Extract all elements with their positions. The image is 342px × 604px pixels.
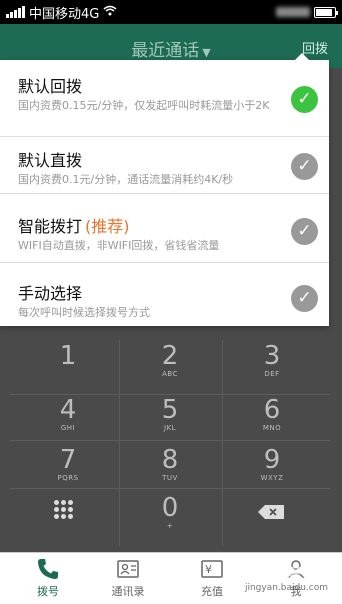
key-2[interactable]: 2 ABC [119,342,221,378]
option-description: WIFI自动直拨，非WIFI回拨，省钱省流量 [18,239,220,252]
option-default-direct[interactable]: 默认直拨 国内资费0.1元/分钟，通话流量消耗约4K/秒 ✓ [0,137,329,194]
key-7[interactable]: 7 PQRS [17,446,119,482]
checkmark-icon[interactable]: ✓ [291,285,318,312]
backspace-icon[interactable] [258,505,284,519]
status-bar: 中国移动4G [0,0,342,24]
option-description: 每次呼叫时候选择拨号方式 [18,306,150,319]
option-description: 国内资费0.15元/分钟，仅发起呼叫时耗流量小于2K [18,99,270,112]
battery-icon [314,6,338,18]
keypad-toggle-icon[interactable] [54,500,73,519]
key-9[interactable]: 9 WXYZ [221,446,323,482]
checkmark-icon[interactable]: ✓ [291,218,318,245]
option-smart-dial[interactable]: 智能拨打 (推荐) WIFI自动直拨，非WIFI回拨，省钱省流量 ✓ [0,194,329,263]
recharge-icon: ¥ [201,560,223,578]
key-1[interactable]: 1 [17,342,119,370]
option-label: 默认回拨 [18,77,83,96]
phone-icon [38,559,58,579]
option-label: 默认直拨 [18,151,83,170]
watermark-logo: Bai百度经验 [241,564,334,583]
contacts-icon [117,560,139,578]
option-label: 智能拨打 (推荐) [18,217,130,236]
page-title: 最近通话 [131,41,200,61]
key-4[interactable]: 4 GHI [17,396,119,432]
signal-icon [6,6,25,18]
caret-down-icon: ▼ [202,46,211,59]
svg-text:¥: ¥ [205,563,212,576]
checkmark-icon[interactable]: ✓ [291,86,318,113]
carrier-label: 中国移动4G [29,6,100,22]
option-label: 手动选择 [18,284,83,303]
recent-calls-dropdown[interactable]: 最近通话 ▼ [0,36,342,61]
key-0[interactable]: 0 + [119,494,221,530]
option-description: 国内资费0.1元/分钟，通话流量消耗约4K/秒 [18,173,234,186]
option-manual-select[interactable]: 手动选择 每次呼叫时候选择拨号方式 ✓ [0,263,329,326]
keypad-divider [10,440,330,441]
key-5[interactable]: 5 JKL [119,396,221,432]
key-8[interactable]: 8 TUV [119,446,221,482]
watermark-url: jingyan.baidu.com [244,583,328,593]
wifi-icon [103,5,117,19]
checkmark-icon[interactable]: ✓ [291,153,318,180]
redacted-status [276,7,310,17]
dial-mode-menu: 默认回拨 国内资费0.15元/分钟，仅发起呼叫时耗流量小于2K ✓ 默认直拨 国… [0,53,329,326]
tab-contacts[interactable]: 通讯录 [98,557,158,599]
option-default-callback[interactable]: 默认回拨 国内资费0.15元/分钟，仅发起呼叫时耗流量小于2K ✓ [0,60,329,137]
key-3[interactable]: 3 DEF [221,342,323,378]
tab-recharge[interactable]: ¥ 充值 [182,557,242,599]
tab-dial[interactable]: 拨号 [18,557,78,599]
key-6[interactable]: 6 MNO [221,396,323,432]
keypad-divider [10,488,330,489]
